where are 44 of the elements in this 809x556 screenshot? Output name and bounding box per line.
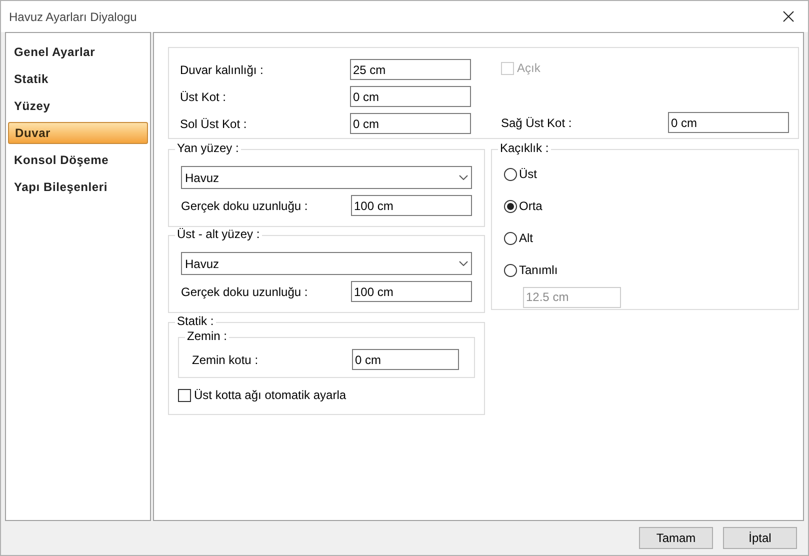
group-title: Zemin : [185,330,230,342]
radio-label: Tanımlı [519,262,558,279]
input-field[interactable]: 0 cm [352,349,459,370]
input-field[interactable]: 0 cm [350,113,471,134]
radio-label: Orta [519,198,542,215]
input-field[interactable]: 25 cm [350,59,471,80]
checkbox-label: Üst kotta ağı otomatik ayarla [194,387,346,404]
radio-button[interactable] [504,264,517,276]
radio-label: Üst [519,166,537,183]
group-title: Statik : [175,315,216,327]
sidebar-item[interactable]: Konsol Döşeme [8,149,148,171]
field-label: Üst Kot : [180,88,228,106]
group-title: Kaçıklık : [498,142,551,154]
sidebar-item[interactable]: Yüzey [8,95,148,117]
field-label: Gerçek doku uzunluğu : [181,284,309,300]
input-field[interactable]: 0 cm [668,112,789,133]
radio-button[interactable] [504,200,517,212]
group-title: Yan yüzey : [175,142,241,154]
chevron-down-icon [459,175,468,180]
checkbox-label: Açık [517,60,540,77]
field-label: Sol Üst Kot : [180,116,248,132]
input-field[interactable]: 100 cm [351,281,472,302]
dialog-button[interactable]: Tamam [639,527,713,549]
dropdown[interactable]: Havuz [181,252,472,275]
field-label: Zemin kotu : [192,352,260,368]
window-title: Havuz Ayarları Diyalogu [9,8,137,26]
dialog-button[interactable]: İptal [723,527,797,549]
field-label: Gerçek doku uzunluğu : [181,198,309,214]
dropdown[interactable]: Havuz [181,166,472,189]
sidebar-item[interactable]: Yapı Bileşenleri [8,176,148,198]
checkbox[interactable] [178,388,191,402]
field-label: Duvar kalınlığı : [180,62,264,78]
sidebar-item[interactable]: Genel Ayarlar [8,41,148,63]
chevron-down-icon [459,261,468,266]
field-label: Sağ Üst Kot : [501,114,573,132]
sidebar-item[interactable]: Duvar [8,122,148,144]
input-field[interactable]: 100 cm [351,195,472,216]
group-title: Üst - alt yüzey : [175,228,262,240]
radio-label: Alt [519,230,534,247]
sidebar-item[interactable]: Statik [8,68,148,90]
input-field[interactable]: 0 cm [350,86,471,107]
radio-button[interactable] [504,168,517,180]
close-icon[interactable] [783,11,794,22]
radio-button[interactable] [504,232,517,244]
